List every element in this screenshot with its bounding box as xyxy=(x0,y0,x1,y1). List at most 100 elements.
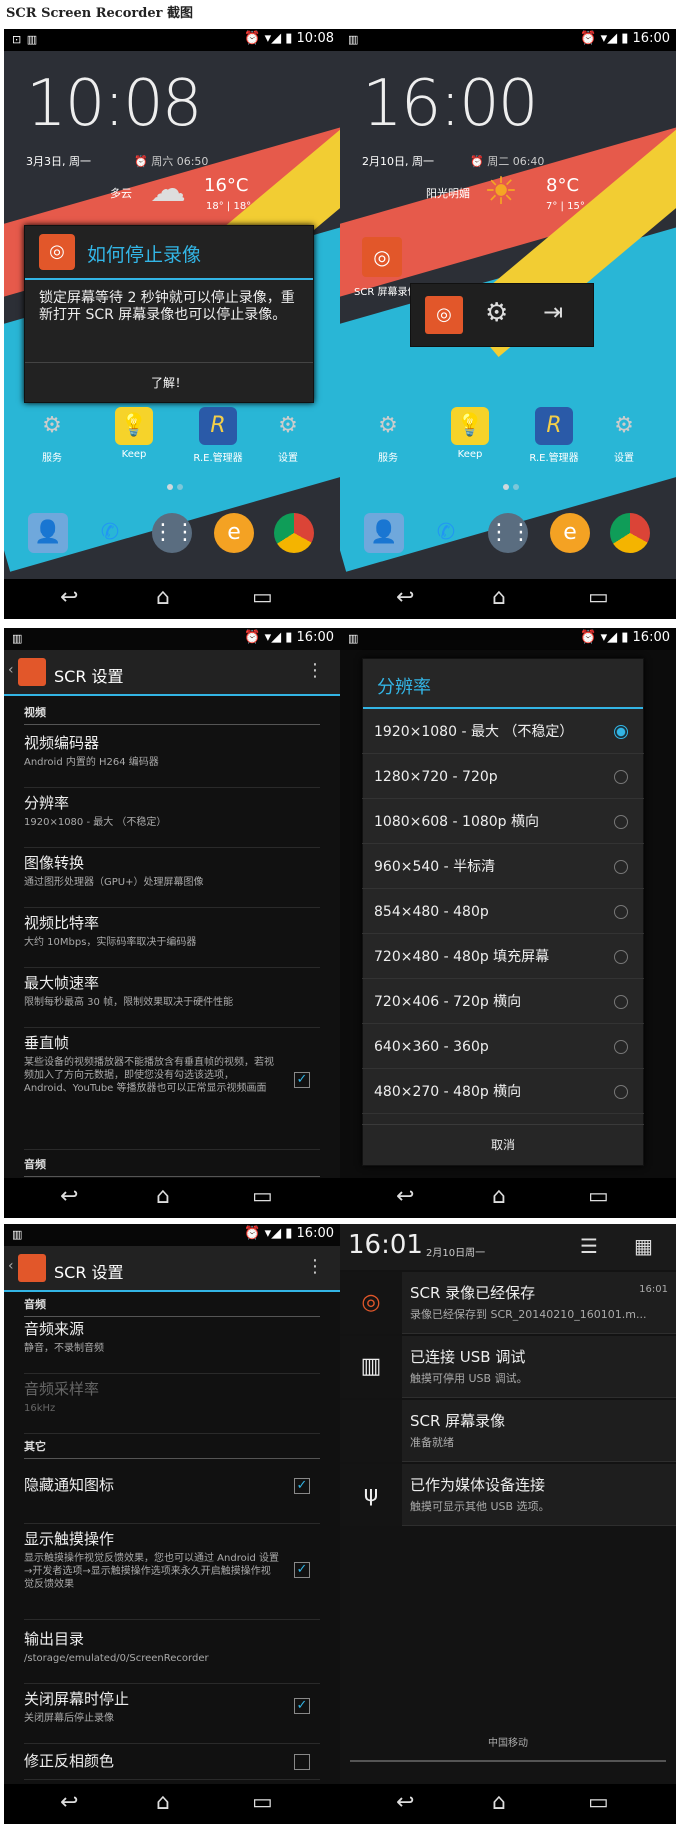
pref-fps[interactable]: 最大帧速率 限制每秒最高 30 帧，限制效果取决于硬件性能 xyxy=(24,972,320,1028)
pref-encoder[interactable]: 视频编码器 Android 内置的 H264 编码器 xyxy=(24,732,320,788)
app-keep[interactable]: 💡 Keep xyxy=(448,407,492,460)
action-bar: ‹ SCR 设置 ⋮ xyxy=(4,650,340,696)
app-services[interactable]: ⚙ 服务 xyxy=(366,407,410,464)
back-icon[interactable]: ↩ xyxy=(396,1790,414,1815)
notification-item[interactable]: ▥ 已连接 USB 调试 触摸可停用 USB 调试。 xyxy=(340,1336,676,1398)
app-drawer-icon[interactable]: ⋮⋮ xyxy=(488,513,532,553)
chrome-icon[interactable] xyxy=(274,513,314,553)
gear-icon: ⚙ xyxy=(378,413,398,438)
quick-settings-icon[interactable]: ▦ xyxy=(634,1234,653,1258)
status-bar: ▥ ⏰ ▾◢ ▮ 16:00 xyxy=(4,628,340,650)
pref-show-touches[interactable]: 显示触摸操作 显示触摸操作视觉反馈效果，您也可以通过 Android 设置→开发者… xyxy=(24,1528,320,1620)
radio-button[interactable] xyxy=(614,770,628,784)
pref-output-dir[interactable]: 输出目录/storage/emulated/0/ScreenRecorder xyxy=(24,1628,320,1684)
exit-icon[interactable]: ⇥ xyxy=(543,298,563,326)
overflow-icon[interactable]: ⋮ xyxy=(306,660,324,681)
radio-button[interactable] xyxy=(614,815,628,829)
resolution-option[interactable]: 960×540 - 半标清 xyxy=(362,845,644,889)
pref-bitrate[interactable]: 视频比特率 大约 10Mbps，实际码率取决于编码器 xyxy=(24,912,320,968)
radio-button[interactable] xyxy=(614,1085,628,1099)
app-settings[interactable]: ⚙ 设置 xyxy=(266,407,310,464)
status-bar: ⊡ ▥ ⏰ ▾◢ ▮ 10:08 xyxy=(4,29,340,51)
radio-button[interactable] xyxy=(614,905,628,919)
recents-icon[interactable]: ▭ xyxy=(588,1790,609,1815)
app-drawer-icon[interactable]: ⋮⋮ xyxy=(152,513,196,553)
notification-item[interactable]: SCR 屏幕录像 准备就绪 xyxy=(340,1400,676,1462)
radio-button[interactable] xyxy=(614,860,628,874)
up-icon[interactable]: ‹ xyxy=(8,1258,14,1274)
overflow-icon[interactable]: ⋮ xyxy=(306,1256,324,1277)
gear-icon[interactable]: ⚙ xyxy=(485,298,508,328)
resolution-option[interactable]: 1080×608 - 1080p 横向 xyxy=(362,800,644,844)
resolution-option[interactable]: 720×480 - 480p 填充屏幕 xyxy=(362,935,644,979)
vflip-checkbox[interactable]: ✓ xyxy=(294,1072,310,1088)
app-icon xyxy=(18,1254,46,1282)
pref-transform[interactable]: 图像转换 通过图形处理器（GPU+）处理屏幕图像 xyxy=(24,852,320,908)
phone-icon[interactable]: ✆ xyxy=(90,513,130,553)
resolution-option[interactable]: 1920×1080 - 最大 （不稳定） xyxy=(362,710,644,754)
resolution-option[interactable]: 640×360 - 360p xyxy=(362,1025,644,1069)
recents-icon[interactable]: ▭ xyxy=(252,585,273,610)
drag-handle[interactable] xyxy=(350,1760,666,1762)
pref-audio-source[interactable]: 音频来源 静音，不录制音频 xyxy=(24,1318,320,1374)
app-settings[interactable]: ⚙ 设置 xyxy=(602,407,646,464)
radio-button[interactable] xyxy=(614,995,628,1009)
resolution-option[interactable]: 1280×720 - 720p xyxy=(362,755,644,799)
back-icon[interactable]: ↩ xyxy=(60,1790,78,1815)
recents-icon[interactable]: ▭ xyxy=(588,1184,609,1209)
home-icon[interactable]: ⌂ xyxy=(156,585,170,610)
pref-resolution[interactable]: 分辨率 1920×1080 - 最大 （不稳定） xyxy=(24,792,320,848)
radio-button[interactable] xyxy=(614,950,628,964)
notification-item[interactable]: ◎ SCR 录像已经保存 录像已经保存到 SCR_20140210_160101.m… xyxy=(340,1272,676,1334)
recents-icon[interactable]: ▭ xyxy=(252,1184,273,1209)
back-icon[interactable]: ↩ xyxy=(396,585,414,610)
app-re-manager[interactable]: R R.E.管理器 xyxy=(524,407,584,464)
clear-all-icon[interactable]: ☰ xyxy=(580,1234,598,1258)
temperature: 8°C xyxy=(546,175,580,196)
pref-vflip[interactable]: 垂直帧 某些设备的视频播放器不能播放含有垂直帧的视频，若视频加入了方向元数据，即使… xyxy=(24,1032,320,1150)
back-icon[interactable]: ↩ xyxy=(60,585,78,610)
hide-icon-checkbox[interactable]: ✓ xyxy=(294,1478,310,1494)
app-keep[interactable]: 💡 Keep xyxy=(112,407,156,460)
resolution-option[interactable]: 854×480 - 480p xyxy=(362,890,644,934)
browser-icon[interactable]: e xyxy=(550,513,590,553)
invert-checkbox[interactable]: ✓ xyxy=(294,1754,310,1770)
back-icon[interactable]: ↩ xyxy=(396,1184,414,1209)
recents-icon[interactable]: ▭ xyxy=(252,1790,273,1815)
app-re-manager[interactable]: R R.E.管理器 xyxy=(188,407,248,464)
recents-icon[interactable]: ▭ xyxy=(588,585,609,610)
contacts-icon[interactable]: 👤 xyxy=(364,513,404,553)
home-icon[interactable]: ⌂ xyxy=(156,1184,170,1209)
pref-stop-on-screen-off[interactable]: 关闭屏幕时停止 关闭屏幕后停止录像 ✓ xyxy=(24,1688,320,1744)
app-services[interactable]: ⚙ 服务 xyxy=(30,407,74,464)
nav-bar: ↩ ⌂ ▭ xyxy=(340,579,676,619)
contacts-icon[interactable]: 👤 xyxy=(28,513,68,553)
notification-item[interactable]: ψ 已作为媒体设备连接 触摸可显示其他 USB 选项。 xyxy=(340,1464,676,1526)
phone-icon[interactable]: ✆ xyxy=(426,513,466,553)
scr-app-icon[interactable]: ◎ xyxy=(362,237,402,277)
ok-button[interactable]: 了解！ xyxy=(25,362,313,402)
browser-icon[interactable]: e xyxy=(214,513,254,553)
resolution-option[interactable]: 720×406 - 720p 横向 xyxy=(362,980,644,1024)
pref-hide-icon[interactable]: 隐藏通知图标 ✓ xyxy=(24,1474,320,1524)
stop-checkbox[interactable]: ✓ xyxy=(294,1698,310,1714)
record-icon[interactable]: ◎ xyxy=(425,296,463,334)
home-icon[interactable]: ⌂ xyxy=(492,585,506,610)
home-icon[interactable]: ⌂ xyxy=(492,1790,506,1815)
back-icon[interactable]: ↩ xyxy=(60,1184,78,1209)
show-touches-checkbox[interactable]: ✓ xyxy=(294,1562,310,1578)
option-label: 720×406 - 720p 横向 xyxy=(374,994,522,1010)
phone-settings-audio: ▥ ⏰ ▾◢ ▮ 16:00 ‹ SCR 设置 ⋮ 音频 音频来源 静音，不录制音频 音… xyxy=(4,1224,340,1824)
cancel-button[interactable]: 取消 xyxy=(362,1124,644,1164)
chrome-icon[interactable] xyxy=(610,513,650,553)
pref-invert-colors[interactable]: 修正反相颜色✓ xyxy=(24,1750,320,1780)
notification-icon: ▥ xyxy=(340,1336,402,1398)
page-title: SCR Screen Recorder 截图 xyxy=(6,6,193,21)
radio-button[interactable] xyxy=(614,725,628,739)
radio-button[interactable] xyxy=(614,1040,628,1054)
home-icon[interactable]: ⌂ xyxy=(492,1184,506,1209)
resolution-option[interactable]: 480×270 - 480p 横向 xyxy=(362,1070,644,1114)
up-icon[interactable]: ‹ xyxy=(8,662,14,678)
home-icon[interactable]: ⌂ xyxy=(156,1790,170,1815)
status-bar: ▥ ⏰ ▾◢ ▮ 16:00 xyxy=(340,29,676,51)
